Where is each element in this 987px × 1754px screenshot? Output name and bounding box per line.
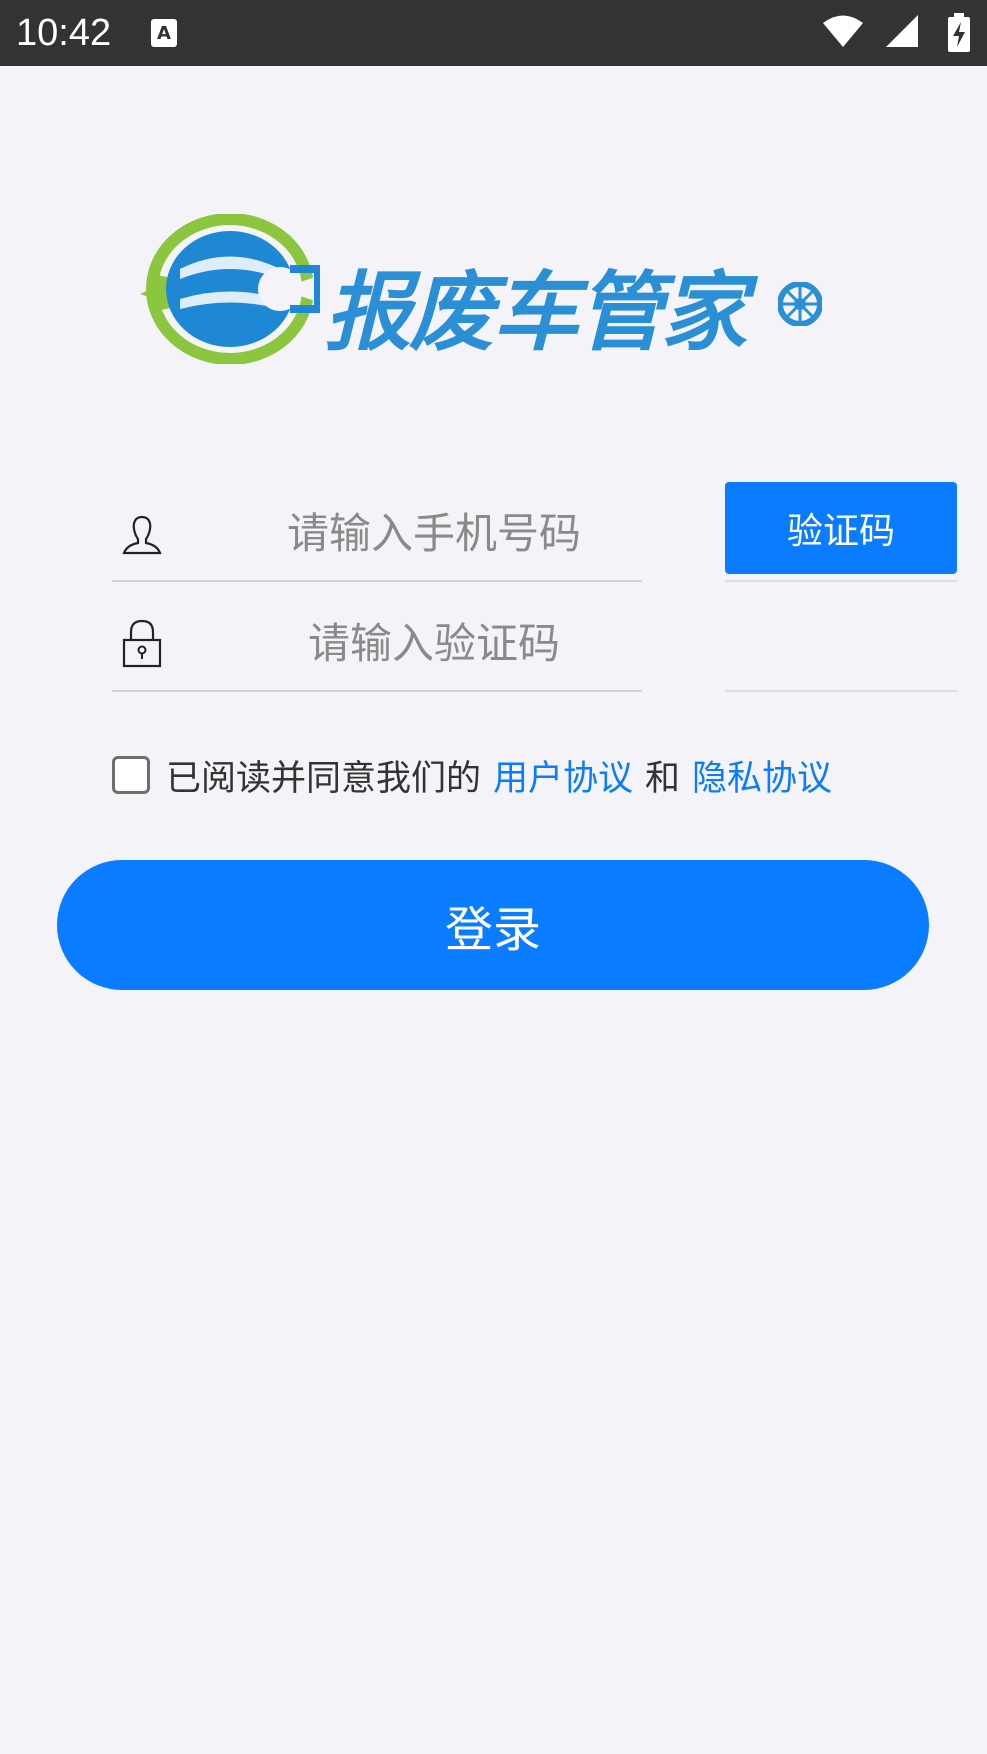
code-row [112, 592, 642, 694]
phone-row [112, 482, 642, 584]
phone-number-input[interactable] [232, 482, 636, 584]
code-underline [112, 690, 642, 692]
logo-text: 报废车管家 [325, 263, 747, 363]
agreement-checkbox[interactable] [112, 756, 150, 794]
verification-code-input[interactable] [232, 592, 636, 694]
code-row-right-underline [725, 690, 957, 692]
app-logo: 报废车管家 [130, 214, 830, 364]
battery-charging-icon [948, 13, 970, 52]
agreement-conjunction: 和 [645, 758, 681, 799]
wheel-icon [778, 282, 822, 326]
notification-a-icon: A [151, 19, 177, 47]
svg-text:A: A [157, 23, 171, 44]
signal-icon [886, 15, 918, 47]
login-button[interactable]: 登录 [57, 860, 929, 990]
agreement-prefix: 已阅读并同意我们的 [166, 758, 482, 799]
code-button-underline [725, 580, 957, 582]
agreement-row: 已阅读并同意我们的 用户协议 和 隐私协议 [112, 750, 832, 801]
privacy-agreement-link[interactable]: 隐私协议 [692, 750, 832, 801]
phone-underline [112, 580, 642, 582]
wifi-icon [823, 15, 863, 47]
user-icon [122, 515, 162, 555]
get-verification-code-button[interactable]: 验证码 [725, 482, 957, 574]
lock-icon [122, 619, 162, 668]
car-wrench-logo-icon [140, 214, 320, 364]
status-time: 10:42 [16, 12, 112, 54]
user-agreement-link[interactable]: 用户协议 [493, 750, 633, 801]
status-bar: 10:42 A [0, 0, 987, 66]
